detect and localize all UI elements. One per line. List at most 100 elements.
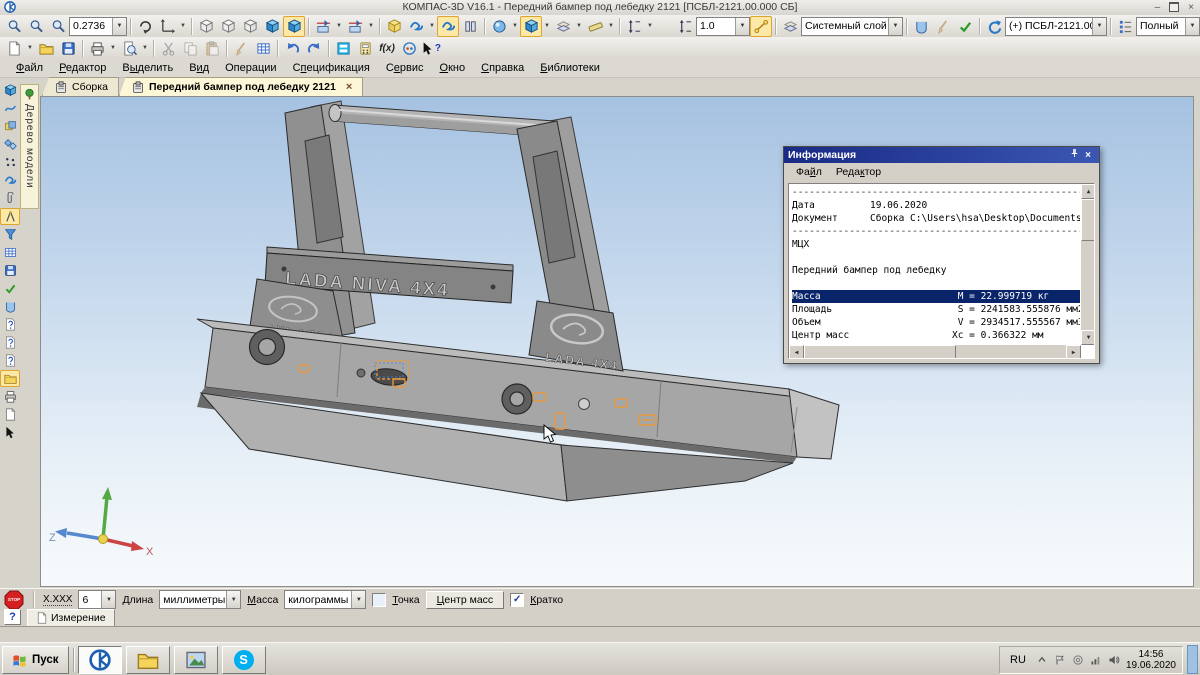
filter-icon[interactable] [0, 226, 20, 243]
info-close-icon[interactable]: × [1081, 150, 1095, 161]
rotate-view-icon[interactable] [134, 16, 156, 37]
bluetooth-tray-icon[interactable] [1072, 654, 1084, 666]
restore-button[interactable] [1169, 2, 1179, 12]
menu-file[interactable]: Файл [8, 60, 51, 76]
spec-table-icon[interactable] [252, 38, 274, 59]
tab-measurement[interactable]: Измерение [27, 609, 115, 627]
chevron-down-icon[interactable]: ▼ [178, 17, 188, 36]
tab-assembly[interactable]: Сборка [42, 77, 119, 96]
measure-area-icon[interactable] [0, 352, 20, 369]
show-hidden-icons-icon[interactable] [1036, 654, 1048, 666]
edit-source-icon[interactable] [932, 16, 954, 37]
info-menu-file[interactable]: Файл [790, 165, 828, 179]
network-signal-icon[interactable] [1090, 654, 1102, 666]
taskbar-explorer-button[interactable] [126, 646, 170, 674]
verify-icon[interactable] [0, 280, 20, 297]
menu-libraries[interactable]: Библиотеки [532, 60, 608, 76]
close-button[interactable]: × [1188, 2, 1194, 13]
info-row-area[interactable]: Площадь S = 2241583.555876 мм2 [792, 303, 1080, 316]
chevron-down-icon[interactable]: ▼ [25, 39, 35, 58]
zoom-in-out-icon[interactable] [47, 16, 69, 37]
info-row-mass-selected[interactable]: Масса M = 22.999719 кг [792, 290, 1080, 303]
wireframe-icon[interactable] [195, 16, 217, 37]
precision-label[interactable]: X.XXX [43, 594, 72, 606]
mass-units-combo[interactable]: килограммы▼ [284, 590, 366, 609]
chevron-down-icon[interactable]: ▼ [542, 17, 552, 36]
menu-operations[interactable]: Операции [217, 60, 284, 76]
report-icon[interactable] [0, 406, 20, 423]
copy-icon[interactable] [179, 38, 201, 59]
chevron-down-icon[interactable]: ▼ [366, 17, 376, 36]
print-preview-icon[interactable] [118, 38, 140, 59]
taskbar-kompas-button[interactable] [78, 646, 122, 674]
shade-mode-icon[interactable] [488, 16, 510, 37]
menu-editor[interactable]: Редактор [51, 60, 114, 76]
open-icon[interactable] [35, 38, 57, 59]
surface-icon[interactable] [0, 136, 20, 153]
chevron-down-icon[interactable]: ▼ [140, 39, 150, 58]
print-model-icon[interactable] [0, 388, 20, 405]
menu-window[interactable]: Окно [432, 60, 474, 76]
scale-combo[interactable]: 0.2736▼ [69, 17, 127, 36]
cut-icon[interactable] [157, 38, 179, 59]
boolean-icon[interactable] [0, 118, 20, 135]
measure-compass-icon[interactable] [0, 208, 20, 225]
spline-icon[interactable] [0, 100, 20, 117]
info-title-bar[interactable]: Информация × [784, 147, 1099, 163]
chevron-down-icon[interactable]: ▼ [645, 17, 655, 36]
sketch-icon[interactable] [0, 172, 20, 189]
precision-combo[interactable]: 6▼ [78, 590, 116, 609]
save-icon[interactable] [57, 38, 79, 59]
stop-button[interactable]: STOP [4, 590, 24, 610]
rebuild-icon[interactable] [983, 16, 1005, 37]
flag-tray-icon[interactable] [1054, 654, 1066, 666]
model-tree-tab[interactable]: Дерево модели [20, 84, 39, 209]
show-desktop-button[interactable] [1187, 645, 1198, 674]
hatch-icon[interactable] [584, 16, 606, 37]
undo-icon[interactable] [281, 38, 303, 59]
copy-properties-icon[interactable] [230, 38, 252, 59]
layers-icon[interactable] [779, 16, 801, 37]
chevron-down-icon[interactable]: ▼ [334, 17, 344, 36]
display-mode-icon[interactable] [520, 16, 542, 37]
brief-checkbox[interactable]: ✓ [510, 593, 524, 607]
projection-icon[interactable] [552, 16, 574, 37]
horizontal-scrollbar[interactable]: ◀ ▶ [789, 344, 1081, 358]
new-document-icon[interactable] [3, 38, 25, 59]
section-surface-icon[interactable] [312, 16, 334, 37]
points-icon[interactable] [0, 154, 20, 171]
units-icon[interactable] [398, 38, 420, 59]
close-tab-icon[interactable]: × [346, 81, 352, 93]
display-detail-combo[interactable]: Полный▼ [1136, 17, 1200, 36]
hidden-lines-icon[interactable] [217, 16, 239, 37]
measure-icon[interactable] [623, 16, 645, 37]
file-explorer-icon[interactable] [0, 370, 20, 387]
edit-part-icon[interactable] [0, 82, 20, 99]
save-part-icon[interactable] [0, 262, 20, 279]
info-row-volume[interactable]: Объем V = 2934517.555567 мм3 [792, 316, 1080, 329]
hidden-thin-icon[interactable] [239, 16, 261, 37]
zoom-window-icon[interactable] [3, 16, 25, 37]
pin-icon[interactable] [1067, 148, 1081, 162]
menu-help[interactable]: Справка [473, 60, 532, 76]
context-help-icon[interactable]: ? [420, 38, 442, 59]
chevron-down-icon[interactable]: ▼ [606, 17, 616, 36]
menu-service[interactable]: Сервис [378, 60, 432, 76]
columns-icon[interactable] [459, 16, 481, 37]
chevron-down-icon[interactable]: ▼ [427, 17, 437, 36]
minimize-button[interactable]: – [1155, 2, 1161, 13]
measure-angle-icon[interactable] [0, 334, 20, 351]
taskbar-skype-button[interactable]: S [222, 646, 266, 674]
step-combo[interactable]: 1.0▼ [696, 17, 750, 36]
shaded-edges-icon[interactable] [283, 16, 305, 37]
attachments-icon[interactable] [0, 190, 20, 207]
volume-icon[interactable] [1108, 654, 1120, 666]
redo-icon[interactable] [303, 38, 325, 59]
start-button[interactable]: Пуск [2, 646, 69, 674]
simplified-display-icon[interactable] [383, 16, 405, 37]
section-plane-icon[interactable] [344, 16, 366, 37]
chevron-down-icon[interactable]: ▼ [574, 17, 584, 36]
layer-combo[interactable]: Системный слой (0▼ [801, 17, 903, 36]
print-icon[interactable] [86, 38, 108, 59]
spreadsheet-icon[interactable] [0, 244, 20, 261]
